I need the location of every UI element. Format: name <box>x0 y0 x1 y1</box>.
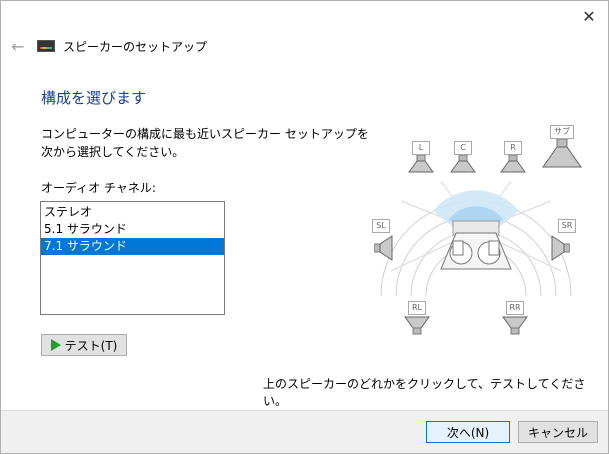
speaker-label-rl: RL <box>408 301 426 315</box>
speaker-icon <box>450 155 476 173</box>
speaker-setup-app-icon <box>37 40 55 52</box>
speaker-side-left[interactable]: SL <box>367 219 407 265</box>
speaker-icon <box>502 316 528 335</box>
speaker-diagram: L C R サブ SL SR RL RR <box>361 121 591 341</box>
speaker-icon <box>551 235 570 261</box>
speaker-label-c: C <box>454 141 472 155</box>
channel-option-7-1[interactable]: 7.1 サラウンド <box>41 238 224 255</box>
speaker-label-sub: サブ <box>550 125 574 139</box>
subwoofer-icon <box>542 139 582 168</box>
dialog-footer: 次へ(N) キャンセル <box>1 410 608 453</box>
speaker-front-left[interactable]: L <box>401 141 441 181</box>
speaker-side-right[interactable]: SR <box>541 219 581 265</box>
title-bar: スピーカーのセットアップ <box>37 37 207 55</box>
page-description: コンピューターの構成に最も近いスピーカー セットアップを次から選択してください。 <box>41 127 369 159</box>
speaker-subwoofer[interactable]: サブ <box>539 125 585 173</box>
speaker-front-right[interactable]: R <box>493 141 533 181</box>
channel-option-stereo[interactable]: ステレオ <box>41 204 224 221</box>
back-button[interactable]: ← <box>9 36 27 56</box>
speaker-icon <box>374 235 393 261</box>
speaker-icon <box>404 316 430 335</box>
back-arrow-icon: ← <box>11 36 25 56</box>
window-title: スピーカーのセットアップ <box>63 39 208 54</box>
cancel-button[interactable]: キャンセル <box>518 421 598 443</box>
close-icon: ✕ <box>582 6 596 26</box>
speaker-icon <box>408 155 434 173</box>
speaker-rear-left[interactable]: RL <box>397 301 437 341</box>
speaker-label-l: L <box>412 141 430 155</box>
speaker-icon <box>500 155 526 173</box>
speaker-label-r: R <box>504 141 522 155</box>
audio-channel-label: オーディオ チャネル: <box>41 181 156 195</box>
speaker-label-sl: SL <box>372 219 390 233</box>
close-button[interactable]: ✕ <box>578 5 600 27</box>
speaker-label-sr: SR <box>558 219 576 233</box>
speaker-setup-window: ✕ ← スピーカーのセットアップ 構成を選びます コンピューターの構成に最も近い… <box>0 0 609 454</box>
play-icon <box>50 339 61 351</box>
speaker-label-rr: RR <box>506 301 524 315</box>
page-title: 構成を選びます <box>41 89 147 107</box>
channel-option-5-1[interactable]: 5.1 サラウンド <box>41 221 224 238</box>
audio-channel-listbox[interactable]: ステレオ 5.1 サラウンド 7.1 サラウンド <box>40 201 225 315</box>
test-button-label: テスト(T) <box>64 338 118 353</box>
speaker-rear-right[interactable]: RR <box>495 301 535 341</box>
test-hint-text: 上のスピーカーのどれかをクリックして、テストしてください。 <box>263 377 586 408</box>
next-button[interactable]: 次へ(N) <box>426 421 510 443</box>
speaker-center[interactable]: C <box>443 141 483 181</box>
test-button[interactable]: テスト(T) <box>41 334 127 356</box>
